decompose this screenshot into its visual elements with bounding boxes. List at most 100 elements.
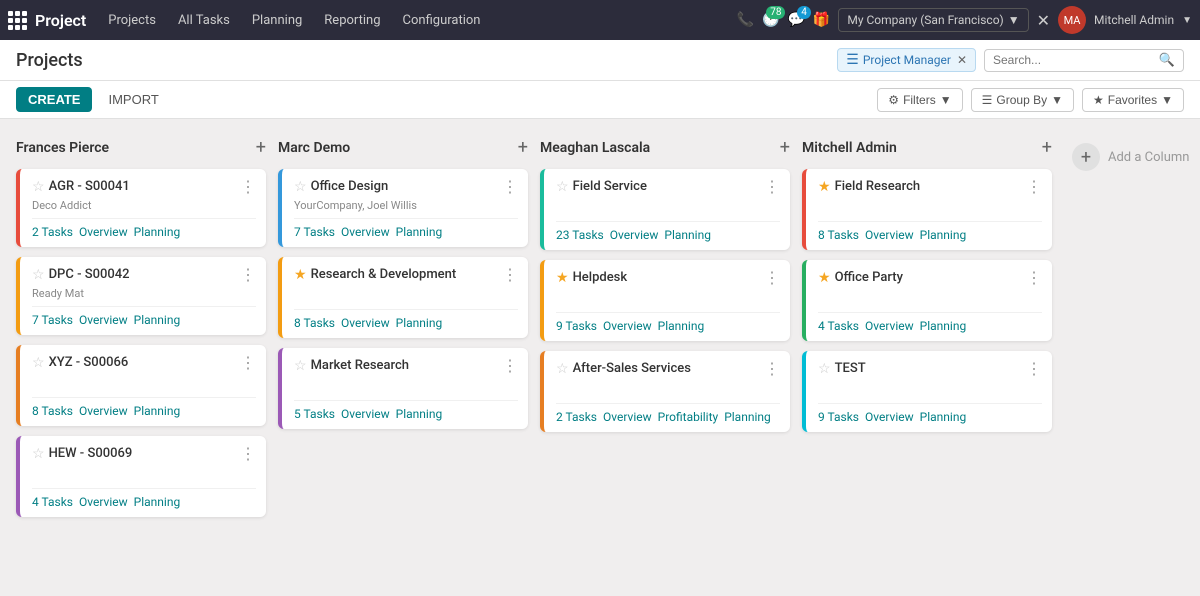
card-menu-icon[interactable]: ⋮: [240, 267, 256, 283]
link-planning[interactable]: Planning: [134, 404, 181, 418]
link-overview[interactable]: Overview: [341, 316, 390, 330]
link-overview[interactable]: Overview: [79, 225, 128, 239]
star-icon[interactable]: ☆: [32, 446, 45, 462]
link-overview[interactable]: Overview: [79, 404, 128, 418]
user-dropdown-icon[interactable]: ▼: [1182, 15, 1192, 26]
card-menu-icon[interactable]: ⋮: [240, 179, 256, 195]
remove-filter-icon[interactable]: ✕: [957, 53, 967, 67]
user-avatar[interactable]: MA: [1058, 6, 1086, 34]
star-icon[interactable]: ☆: [294, 179, 307, 195]
star-icon[interactable]: ☆: [556, 361, 569, 377]
user-name[interactable]: Mitchell Admin: [1094, 13, 1174, 27]
link-profitability[interactable]: Profitability: [658, 410, 719, 424]
tasks-count[interactable]: 8 Tasks: [818, 228, 859, 242]
filters-chevron: ▼: [940, 93, 952, 107]
star-icon[interactable]: ☆: [556, 179, 569, 195]
link-planning[interactable]: Planning: [920, 319, 967, 333]
card-menu-icon[interactable]: ⋮: [502, 267, 518, 283]
card-menu-icon[interactable]: ⋮: [1026, 270, 1042, 286]
nav-configuration[interactable]: Configuration: [393, 9, 491, 32]
tasks-count[interactable]: 8 Tasks: [294, 316, 335, 330]
card-menu-icon[interactable]: ⋮: [240, 355, 256, 371]
link-overview[interactable]: Overview: [865, 410, 914, 424]
favorites-button[interactable]: ★ Favorites ▼: [1082, 88, 1184, 112]
card-menu-icon[interactable]: ⋮: [764, 270, 780, 286]
import-button[interactable]: IMPORT: [100, 87, 166, 112]
star-icon[interactable]: ★: [818, 179, 831, 195]
link-planning[interactable]: Planning: [724, 410, 771, 424]
card-menu-icon[interactable]: ⋮: [764, 179, 780, 195]
tasks-count[interactable]: 7 Tasks: [294, 225, 335, 239]
link-overview[interactable]: Overview: [79, 313, 128, 327]
card-menu-icon[interactable]: ⋮: [240, 446, 256, 462]
tasks-count[interactable]: 23 Tasks: [556, 228, 604, 242]
tasks-count[interactable]: 5 Tasks: [294, 407, 335, 421]
link-planning[interactable]: Planning: [920, 410, 967, 424]
link-planning[interactable]: Planning: [134, 495, 181, 509]
link-overview[interactable]: Overview: [610, 228, 659, 242]
tasks-count[interactable]: 4 Tasks: [818, 319, 859, 333]
tasks-count[interactable]: 9 Tasks: [818, 410, 859, 424]
add-column[interactable]: + Add a Column: [1064, 135, 1200, 179]
link-planning[interactable]: Planning: [134, 225, 181, 239]
column-add-marc[interactable]: +: [518, 139, 528, 157]
card-menu-icon[interactable]: ⋮: [1026, 361, 1042, 377]
clock-icon[interactable]: 🕐 78: [762, 12, 779, 28]
link-overview[interactable]: Overview: [603, 319, 652, 333]
star-icon[interactable]: ★: [294, 267, 307, 283]
phone-icon[interactable]: 📞: [737, 12, 754, 28]
card-title: Office Party: [835, 270, 1026, 285]
tasks-count[interactable]: 2 Tasks: [32, 225, 73, 239]
search-box[interactable]: 🔍: [984, 49, 1184, 72]
link-overview[interactable]: Overview: [603, 410, 652, 424]
tasks-count[interactable]: 4 Tasks: [32, 495, 73, 509]
star-icon[interactable]: ★: [556, 270, 569, 286]
tasks-count[interactable]: 7 Tasks: [32, 313, 73, 327]
message-icon[interactable]: 💬 4: [787, 12, 804, 28]
gift-icon[interactable]: 🎁: [813, 12, 830, 28]
link-planning[interactable]: Planning: [658, 319, 705, 333]
tasks-count[interactable]: 9 Tasks: [556, 319, 597, 333]
search-input[interactable]: [993, 53, 1159, 67]
column-add-meaghan[interactable]: +: [780, 139, 790, 157]
nav-all-tasks[interactable]: All Tasks: [168, 9, 240, 32]
card-menu-icon[interactable]: ⋮: [502, 179, 518, 195]
card-menu-icon[interactable]: ⋮: [764, 361, 780, 377]
link-overview[interactable]: Overview: [865, 228, 914, 242]
star-icon[interactable]: ☆: [818, 361, 831, 377]
star-icon[interactable]: ☆: [32, 267, 45, 283]
star-icon[interactable]: ☆: [294, 358, 307, 374]
app-logo[interactable]: Project: [8, 11, 86, 30]
tasks-count[interactable]: 8 Tasks: [32, 404, 73, 418]
link-planning[interactable]: Planning: [396, 407, 443, 421]
column-add-frances[interactable]: +: [256, 139, 266, 157]
link-planning[interactable]: Planning: [396, 316, 443, 330]
card-menu-icon[interactable]: ⋮: [502, 358, 518, 374]
link-planning[interactable]: Planning: [396, 225, 443, 239]
nav-planning[interactable]: Planning: [242, 9, 312, 32]
card-menu-icon[interactable]: ⋮: [1026, 179, 1042, 195]
close-icon[interactable]: ✕: [1037, 11, 1050, 30]
link-overview[interactable]: Overview: [79, 495, 128, 509]
project-manager-filter[interactable]: ☰ Project Manager ✕: [837, 48, 976, 72]
add-column-inner[interactable]: + Add a Column: [1064, 135, 1200, 179]
company-selector[interactable]: My Company (San Francisco) ▼: [838, 8, 1028, 32]
tasks-count[interactable]: 2 Tasks: [556, 410, 597, 424]
card-title: Field Service: [573, 179, 764, 194]
star-icon[interactable]: ☆: [32, 179, 45, 195]
column-add-mitchell[interactable]: +: [1042, 139, 1052, 157]
apps-grid-icon[interactable]: [8, 11, 27, 30]
filters-button[interactable]: ⚙ Filters ▼: [877, 88, 962, 112]
link-overview[interactable]: Overview: [341, 225, 390, 239]
star-icon[interactable]: ★: [818, 270, 831, 286]
link-planning[interactable]: Planning: [664, 228, 711, 242]
link-overview[interactable]: Overview: [865, 319, 914, 333]
nav-reporting[interactable]: Reporting: [314, 9, 390, 32]
group-by-button[interactable]: ☰ Group By ▼: [971, 88, 1074, 112]
link-planning[interactable]: Planning: [134, 313, 181, 327]
link-planning[interactable]: Planning: [920, 228, 967, 242]
create-button[interactable]: CREATE: [16, 87, 92, 112]
link-overview[interactable]: Overview: [341, 407, 390, 421]
nav-projects[interactable]: Projects: [98, 9, 166, 32]
star-icon[interactable]: ☆: [32, 355, 45, 371]
